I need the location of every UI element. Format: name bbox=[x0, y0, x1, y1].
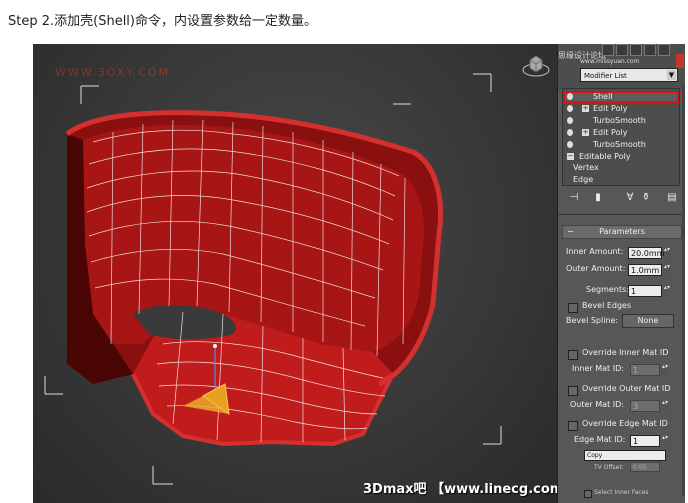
edge-mat-label: Edge Mat ID: bbox=[574, 435, 626, 444]
stack-toolbar: ⊣ ▮ ∀ ⚱ ▤ bbox=[562, 190, 682, 208]
outer-mat-spinner[interactable]: 3 bbox=[630, 400, 660, 412]
collapse-icon: − bbox=[567, 227, 574, 236]
chevron-down-icon: ▼ bbox=[667, 70, 676, 80]
spinner-arrows-icon[interactable]: ▴▾ bbox=[662, 435, 668, 447]
bevel-spline-button[interactable]: None bbox=[622, 314, 674, 328]
bulb-icon[interactable] bbox=[567, 129, 573, 136]
remove-modifier-icon[interactable]: ⚱ bbox=[640, 192, 652, 204]
outer-amount-label: Outer Amount: bbox=[566, 264, 626, 273]
bevel-spline-label: Bevel Spline: bbox=[566, 316, 619, 325]
divider bbox=[558, 214, 685, 215]
modify-tab-icon[interactable] bbox=[616, 44, 628, 56]
stack-item-label: TurboSmooth bbox=[593, 140, 646, 149]
sub-object-vertex[interactable]: Vertex bbox=[573, 163, 599, 172]
mapping-dropdown[interactable]: Copy bbox=[584, 450, 666, 461]
stack-item-edit-poly[interactable]: + Edit Poly bbox=[563, 127, 679, 139]
stack-item-label: TurboSmooth bbox=[593, 116, 646, 125]
select-inner-faces-label: Select Inner Faces bbox=[594, 489, 649, 496]
spinner-arrows-icon[interactable]: ▴▾ bbox=[664, 264, 670, 276]
modifier-stack[interactable]: Shell + Edit Poly TurboSmooth + Edit Pol… bbox=[562, 88, 680, 186]
command-panel: 思缘设计论坛 www.missyuan.com Modifier List ▼ … bbox=[557, 44, 685, 503]
spinner-arrows-icon[interactable]: ▴▾ bbox=[662, 400, 668, 412]
panel-scrollbar[interactable] bbox=[682, 86, 685, 496]
stack-item-label: Edit Poly bbox=[593, 104, 628, 113]
stack-item-edit-poly[interactable]: + Edit Poly bbox=[563, 103, 679, 115]
outer-amount-spinner[interactable]: 1.0mm bbox=[628, 264, 662, 276]
bevel-spline-row: Bevel Spline: None bbox=[558, 314, 685, 330]
configure-sets-icon[interactable]: ▤ bbox=[666, 192, 678, 204]
make-unique-icon[interactable]: ∀ bbox=[624, 192, 636, 204]
inner-mat-label: Inner Mat ID: bbox=[572, 364, 624, 373]
inner-mat-row: Inner Mat ID: 1 ▴▾ bbox=[558, 364, 685, 378]
modifier-list-label: Modifier List bbox=[584, 72, 627, 80]
override-edge-label: Override Edge Mat ID bbox=[582, 419, 668, 428]
show-end-result-icon[interactable]: ▮ bbox=[592, 192, 604, 204]
inner-mat-spinner[interactable]: 1 bbox=[630, 364, 660, 376]
panel-header: 思缘设计论坛 www.missyuan.com bbox=[558, 44, 685, 90]
edge-mat-row: Edge Mat ID: 1 ▴▾ bbox=[558, 435, 685, 449]
override-outer-checkbox[interactable] bbox=[568, 386, 578, 396]
sub-object-edge[interactable]: Edge bbox=[573, 175, 593, 184]
override-outer-label: Override Outer Mat ID bbox=[582, 384, 671, 393]
bottom-watermark: 3Dmax吧 【www.linecg.com/tieba/1771】 bbox=[363, 482, 557, 497]
expand-icon[interactable]: + bbox=[582, 129, 589, 136]
perspective-viewport[interactable]: WWW.3OXY.COM 3Dmax吧 【www.linecg.com bbox=[33, 44, 557, 503]
outer-mat-row: Outer Mat ID: 3 ▴▾ bbox=[558, 400, 685, 414]
motion-tab-icon[interactable] bbox=[644, 44, 656, 56]
modifier-list-dropdown[interactable]: Modifier List ▼ bbox=[580, 68, 678, 82]
stack-item-label: Shell bbox=[593, 92, 613, 101]
max-screenshot: WWW.3OXY.COM 3Dmax吧 【www.linecg.com 思缘设计… bbox=[33, 44, 685, 503]
collapse-icon[interactable]: − bbox=[567, 153, 574, 160]
outer-amount-row: Outer Amount: 1.0mm ▴▾ bbox=[558, 264, 685, 278]
stack-item-editable-poly[interactable]: − Editable Poly bbox=[563, 151, 679, 163]
hierarchy-tab-icon[interactable] bbox=[630, 44, 642, 56]
bevel-edges-row: Bevel Edges bbox=[558, 301, 685, 315]
outer-mat-label: Outer Mat ID: bbox=[570, 400, 624, 409]
step-title: Step 2.添加壳(Shell)命令，内设置参数给一定数量。 bbox=[8, 14, 317, 29]
override-inner-row: Override Inner Mat ID bbox=[558, 348, 685, 362]
inner-amount-label: Inner Amount: bbox=[566, 247, 624, 256]
shell-mesh bbox=[44, 73, 502, 485]
pin-stack-icon[interactable]: ⊣ bbox=[568, 192, 580, 204]
stack-item-shell[interactable]: Shell bbox=[563, 91, 679, 103]
bulb-icon[interactable] bbox=[567, 93, 573, 100]
segments-spinner[interactable]: 1 bbox=[628, 285, 662, 297]
inner-amount-row: Inner Amount: 20.0mm ▴▾ bbox=[558, 247, 685, 261]
select-inner-faces-checkbox[interactable] bbox=[584, 490, 592, 498]
spinner-arrows-icon[interactable]: ▴▾ bbox=[662, 364, 668, 376]
object-color-swatch[interactable] bbox=[676, 54, 684, 68]
inner-amount-spinner[interactable]: 20.0mm bbox=[628, 247, 664, 259]
forum-site: www.missyuan.com bbox=[580, 58, 640, 65]
bulb-icon[interactable] bbox=[567, 105, 573, 112]
stack-item-turbosmooth[interactable]: TurboSmooth bbox=[563, 139, 679, 151]
spinner-arrows-icon[interactable]: ▴▾ bbox=[664, 285, 670, 297]
stack-item-label: Edit Poly bbox=[593, 128, 628, 137]
parameters-title: Parameters bbox=[599, 227, 645, 236]
viewcube-icon[interactable] bbox=[521, 50, 551, 80]
tv-offset-spinner[interactable]: 0.05 bbox=[630, 462, 660, 472]
spinner-arrows-icon[interactable]: ▴▾ bbox=[664, 247, 670, 259]
create-tab-icon[interactable] bbox=[602, 44, 614, 56]
override-inner-label: Override Inner Mat ID bbox=[582, 348, 669, 357]
override-edge-row: Override Edge Mat ID bbox=[558, 419, 685, 433]
override-edge-checkbox[interactable] bbox=[568, 421, 578, 431]
bulb-icon[interactable] bbox=[567, 117, 573, 124]
bulb-icon[interactable] bbox=[567, 141, 573, 148]
expand-icon[interactable]: + bbox=[582, 105, 589, 112]
parameters-rollout-header[interactable]: − Parameters bbox=[562, 225, 682, 239]
mapping-dropdown-value: Copy bbox=[587, 452, 603, 459]
bevel-edges-label: Bevel Edges bbox=[582, 301, 632, 310]
tv-offset-label: TV Offset: bbox=[594, 464, 624, 471]
segments-label: Segments: bbox=[586, 285, 629, 294]
override-inner-checkbox[interactable] bbox=[568, 350, 578, 360]
override-outer-row: Override Outer Mat ID bbox=[558, 384, 685, 398]
segments-row: Segments: 1 ▴▾ bbox=[558, 285, 685, 299]
display-tab-icon[interactable] bbox=[658, 44, 670, 56]
stack-item-label: Editable Poly bbox=[579, 152, 631, 161]
edge-mat-spinner[interactable]: 1 bbox=[630, 435, 660, 447]
stack-item-turbosmooth[interactable]: TurboSmooth bbox=[563, 115, 679, 127]
bevel-edges-checkbox[interactable] bbox=[568, 303, 578, 313]
